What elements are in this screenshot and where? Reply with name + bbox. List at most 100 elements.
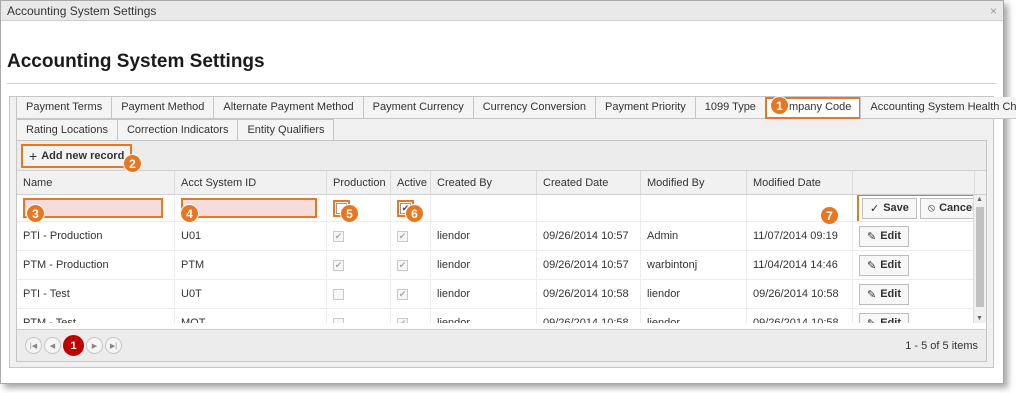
created-by-cell: liendor — [431, 309, 537, 323]
callout-6: 6 — [406, 205, 423, 222]
column-header-name[interactable]: Name — [17, 171, 175, 194]
created-by-cell: liendor — [431, 222, 537, 250]
edit-button[interactable]: ✎Edit — [859, 283, 909, 305]
active-cell: ✔ — [391, 280, 431, 308]
save-button[interactable]: ✓ Save — [862, 197, 917, 219]
column-header-modified-date[interactable]: Modified Date — [747, 171, 853, 194]
pager-info: 1 - 5 of 5 items — [905, 339, 978, 352]
created-by-cell: liendor — [431, 251, 537, 279]
column-header-created-date[interactable]: Created Date — [537, 171, 641, 194]
table-row[interactable]: PTM - Test MOT ✔ liendor 09/26/2014 10:58 lie… — [17, 309, 986, 323]
active-cell: ✔ — [391, 251, 431, 279]
command-cell: ✎ Edit — [853, 309, 975, 323]
tab-currency-conversion[interactable]: Currency Conversion — [472, 97, 597, 119]
production-cell — [327, 280, 391, 308]
last-page-icon[interactable]: ▶| — [105, 337, 122, 354]
callout-7: 7 — [821, 207, 838, 224]
edit-button[interactable]: ✎Edit — [859, 225, 909, 247]
tab-payment-priority[interactable]: Payment Priority — [595, 97, 696, 119]
check-icon: ✓ — [870, 202, 880, 215]
command-cell: ✎Edit — [853, 251, 975, 279]
pencil-icon: ✎ — [867, 317, 876, 324]
column-header-commands — [853, 171, 975, 194]
created-date-cell: 09/26/2014 10:57 — [537, 251, 641, 279]
settings-window: Accounting System Settings × Accounting … — [0, 0, 1016, 384]
callout-1: 1 — [771, 97, 788, 114]
command-cell: ✎Edit — [853, 280, 975, 308]
production-checkbox: ✔ — [333, 259, 344, 271]
column-header-created-by[interactable]: Created By — [431, 171, 537, 194]
table-row[interactable]: PTI - Test U0T ✔ liendor 09/26/2014 10:58 lie… — [17, 280, 986, 309]
edit-button[interactable]: ✎ Edit — [859, 312, 909, 324]
scroll-up-icon[interactable]: ▲ — [976, 196, 983, 203]
tab-alternate-payment-method[interactable]: Alternate Payment Method — [213, 97, 364, 119]
pencil-icon: ✎ — [867, 259, 877, 272]
callout-2: 2 — [124, 155, 141, 172]
add-new-record-label: Add new record — [41, 150, 125, 162]
column-header-production[interactable]: Production — [327, 171, 391, 194]
production-checkbox — [333, 288, 344, 300]
tab-payment-method[interactable]: Payment Method — [111, 97, 215, 119]
cancel-label: Cancel — [939, 202, 975, 214]
tab-accounting-system-health-check[interactable]: Accounting System Health Check — [860, 97, 1016, 119]
created-date-cell — [537, 195, 641, 221]
table-row[interactable]: PTI - Production U01 ✔ ✔ liendor 09/26/2014 1… — [17, 222, 986, 251]
tab-payment-terms[interactable]: Payment Terms — [16, 97, 113, 119]
modified-date-cell: 09/26/2014 10:58 — [747, 280, 853, 308]
grid-pager: |◀ ◀ 1 ▶ ▶| 1 - 5 of 5 items — [17, 329, 986, 361]
add-new-record-button[interactable]: + Add new record — [21, 144, 133, 168]
name-cell: PTI - Test — [17, 280, 175, 308]
current-page-number[interactable]: 1 — [63, 335, 84, 356]
active-checkbox: ✔ — [397, 259, 408, 271]
name-input[interactable] — [23, 198, 163, 218]
active-cell: ✔ — [391, 309, 431, 323]
grid-body: ✔ ✓ Save ⦸ Cancel PTI - Production U01 ✔… — [17, 195, 986, 323]
active-cell: ✔ — [391, 222, 431, 250]
tab-1099-type[interactable]: 1099 Type — [694, 97, 766, 119]
modified-date-cell: 11/04/2014 14:46 — [747, 251, 853, 279]
grid-header: Name Acct System ID Production Active Cr… — [17, 171, 986, 195]
edit-label: Edit — [880, 288, 901, 300]
modified-by-cell: liendor — [641, 309, 747, 323]
column-header-active[interactable]: Active — [391, 171, 431, 194]
acct-system-id-input[interactable] — [181, 198, 317, 218]
production-checkbox — [333, 317, 344, 323]
tab-row-2: Rating Locations Correction Indicators Ent… — [10, 119, 335, 141]
production-cell — [327, 309, 391, 323]
tab-entity-qualifiers[interactable]: Entity Qualifiers — [237, 119, 335, 141]
production-cell: ✔ — [327, 222, 391, 250]
command-cell: ✎Edit — [853, 222, 975, 250]
acct-system-id-cell: MOT — [175, 309, 327, 323]
created-date-cell: 09/26/2014 10:57 — [537, 222, 641, 250]
tab-row-1: Payment Terms Payment Method Alternate Pay… — [10, 97, 1016, 119]
page-title: Accounting System Settings — [7, 51, 265, 72]
next-page-icon[interactable]: ▶ — [86, 337, 103, 354]
settings-tabstrip: Payment Terms Payment Method Alternate Pay… — [9, 96, 1016, 368]
created-by-cell — [431, 195, 537, 221]
vertical-scrollbar[interactable]: ▲ ▼ — [973, 195, 986, 323]
tab-payment-currency[interactable]: Payment Currency — [362, 97, 474, 119]
active-checkbox: ✔ — [397, 230, 408, 242]
modified-by-cell — [641, 195, 747, 221]
cancel-button[interactable]: ⦸ Cancel — [919, 197, 975, 219]
scroll-down-icon[interactable]: ▼ — [976, 315, 983, 322]
tab-correction-indicators[interactable]: Correction Indicators — [116, 119, 239, 141]
grid-rows: PTI - Production U01 ✔ ✔ liendor 09/26/2014 1… — [17, 222, 986, 323]
command-cell: ✓ Save ⦸ Cancel — [853, 195, 975, 221]
modified-by-cell: liendor — [641, 280, 747, 308]
callout-4: 4 — [181, 205, 198, 222]
previous-page-icon[interactable]: ◀ — [44, 337, 61, 354]
modified-date-cell: 09/26/2014 10:58 — [747, 309, 853, 323]
column-header-acct-system-id[interactable]: Acct System ID — [175, 171, 327, 194]
scroll-thumb[interactable] — [976, 207, 984, 307]
active-checkbox: ✔ — [397, 317, 408, 323]
table-row[interactable]: PTM - Production PTM ✔ ✔ liendor 09/26/2014 1… — [17, 251, 986, 280]
tab-rating-locations[interactable]: Rating Locations — [16, 119, 118, 141]
edit-button[interactable]: ✎Edit — [859, 254, 909, 276]
edit-label: Edit — [880, 317, 901, 323]
close-icon[interactable]: × — [990, 4, 997, 18]
first-page-icon[interactable]: |◀ — [25, 337, 42, 354]
column-header-modified-by[interactable]: Modified By — [641, 171, 747, 194]
acct-system-id-cell: U01 — [175, 222, 327, 250]
save-label: Save — [883, 202, 909, 214]
